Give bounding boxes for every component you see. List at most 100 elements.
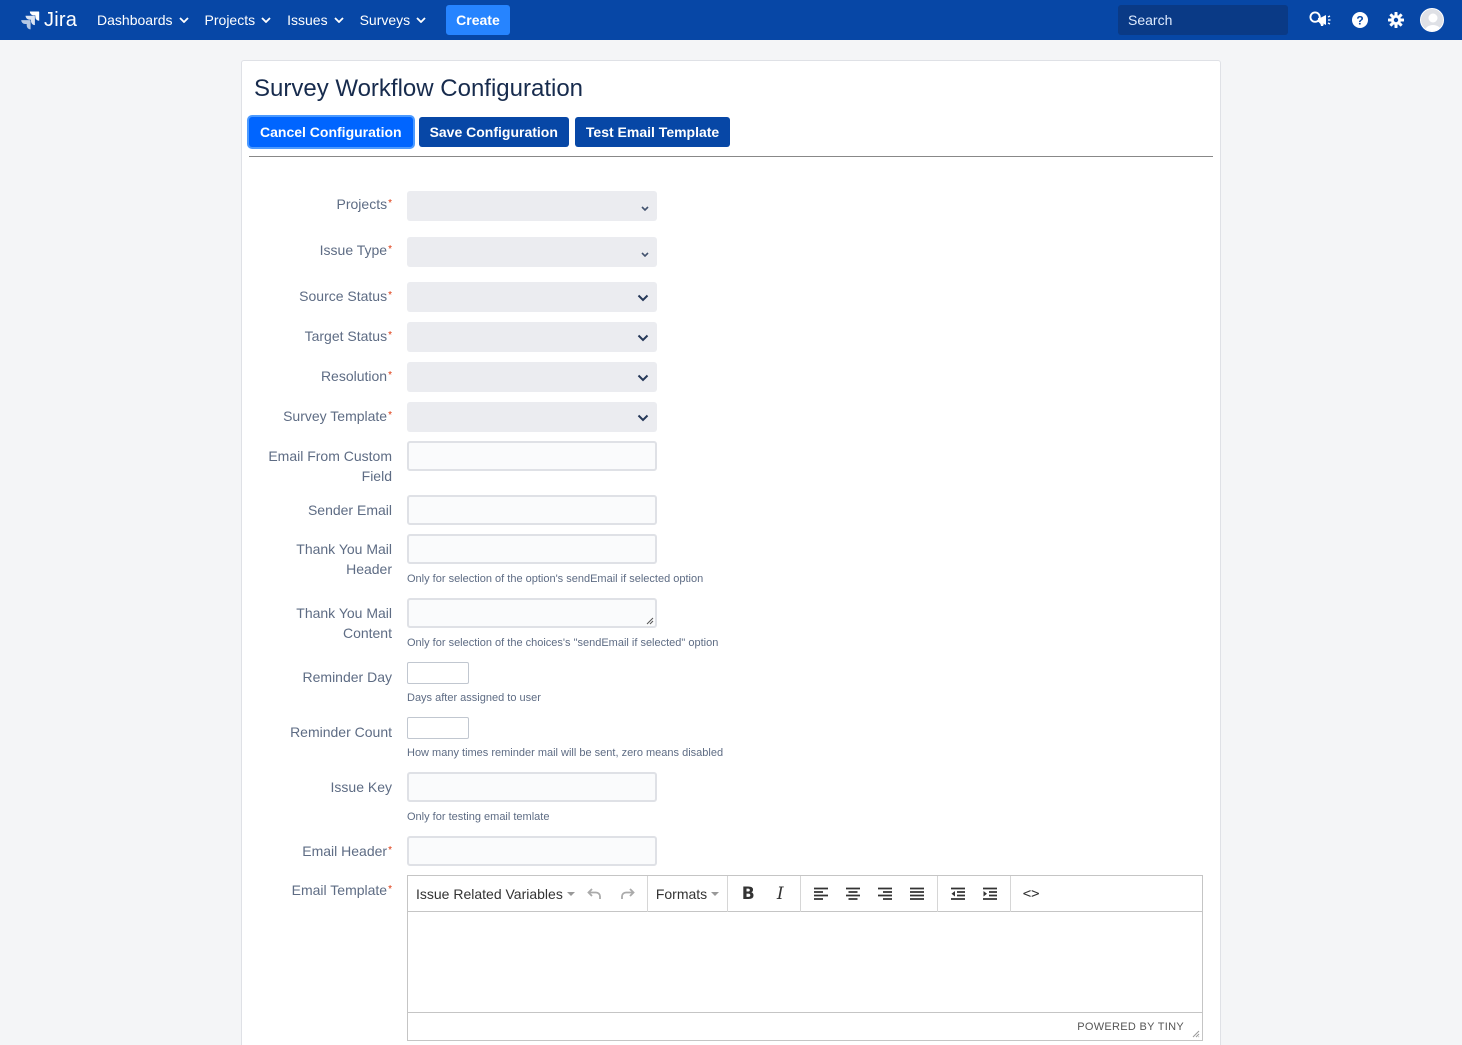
reminder-count-input[interactable]	[407, 717, 469, 739]
reminder-day-hint: Days after assigned to user	[407, 692, 541, 704]
toolbar-group-indent	[938, 875, 1012, 912]
issue-related-variables-dropdown[interactable]: Issue Related Variables	[412, 886, 579, 902]
email-template-label-text: Email Template	[291, 882, 388, 898]
source-code-button[interactable]: <>	[1015, 878, 1047, 910]
jira-logo-text: Jira	[44, 8, 78, 31]
create-button[interactable]: Create	[446, 5, 510, 35]
search-input[interactable]	[1128, 12, 1309, 28]
source-status-select[interactable]	[407, 282, 657, 312]
chevron-down-icon	[333, 17, 344, 23]
chevron-down-icon	[641, 198, 649, 214]
nav-projects[interactable]: Projects	[205, 12, 272, 28]
issue-type-label-text: Issue Type	[319, 242, 388, 258]
survey-template-select[interactable]	[407, 402, 657, 432]
source-status-label: Source Status*	[242, 286, 392, 306]
survey-template-label: Survey Template*	[242, 406, 392, 426]
thank-you-mail-content-label: Thank You Mail Content	[242, 603, 392, 643]
projects-label-text: Projects	[336, 196, 388, 212]
editor-toolbar: Issue Related Variables Formats B I <>	[408, 875, 1202, 912]
chevron-down-icon	[261, 17, 271, 23]
page-title: Survey Workflow Configuration	[254, 75, 584, 102]
thank-you-mail-header-input[interactable]	[407, 534, 657, 564]
issue-key-label: Issue Key	[330, 779, 392, 795]
target-status-select[interactable]	[407, 322, 657, 352]
issue-key-input[interactable]	[407, 772, 657, 802]
save-configuration-button[interactable]: Save Configuration	[418, 117, 569, 147]
align-center-icon[interactable]	[837, 878, 869, 910]
toolbar-group-variables: Issue Related Variables	[408, 875, 648, 912]
align-left-icon[interactable]	[805, 878, 837, 910]
indent-icon[interactable]	[974, 878, 1006, 910]
italic-button[interactable]: I	[764, 878, 796, 910]
editor-content-area[interactable]	[408, 912, 1202, 1012]
action-buttons: Cancel Configuration Save Configuration …	[249, 117, 736, 147]
header-divider	[249, 156, 1213, 157]
required-asterisk: *	[388, 244, 392, 255]
required-asterisk: *	[388, 884, 392, 895]
thank-you-mail-header-label-line1: Thank You Mail	[296, 541, 392, 557]
user-avatar-icon	[1425, 13, 1441, 31]
resolution-label: Resolution*	[242, 366, 392, 386]
thank-you-mail-content-textarea[interactable]	[407, 598, 657, 628]
resolution-label-text: Resolution	[320, 368, 388, 384]
settings-gear-icon[interactable]	[1378, 0, 1414, 40]
survey-template-label-text: Survey Template	[283, 408, 388, 424]
toolbar-group-text-style: B I	[728, 875, 802, 912]
redo-icon[interactable]	[611, 878, 643, 910]
align-right-icon[interactable]	[869, 878, 901, 910]
align-justify-icon[interactable]	[901, 878, 933, 910]
email-header-label-text: Email Header	[302, 843, 388, 859]
nav-surveys[interactable]: Surveys	[360, 12, 427, 28]
announcements-megaphone-icon[interactable]	[1306, 0, 1342, 40]
reminder-count-label: Reminder Count	[290, 724, 392, 740]
help-icon[interactable]: ?	[1342, 0, 1378, 40]
thank-you-mail-header-label: Thank You Mail Header	[242, 539, 392, 579]
email-from-custom-field-input[interactable]	[407, 441, 657, 471]
outdent-icon[interactable]	[942, 878, 974, 910]
nav-projects-label: Projects	[204, 12, 256, 28]
undo-icon[interactable]	[579, 878, 611, 910]
reminder-day-label: Reminder Day	[302, 669, 392, 685]
required-asterisk: *	[388, 198, 392, 209]
reminder-day-input[interactable]	[407, 662, 469, 684]
thank-you-mail-content-label-line2: Content	[342, 625, 392, 641]
toolbar-group-code: <>	[1011, 876, 1051, 912]
email-from-custom-field-label-line1: Email From Custom	[268, 448, 392, 464]
email-header-input[interactable]	[407, 836, 657, 866]
user-avatar[interactable]	[1420, 8, 1444, 32]
toolbar-group-alignment	[801, 875, 939, 912]
jira-logo-icon	[21, 11, 40, 30]
nav-issues[interactable]: Issues	[287, 12, 344, 28]
projects-select[interactable]	[407, 191, 657, 221]
editor-resize-handle-icon[interactable]	[1192, 1030, 1200, 1038]
sender-email-input[interactable]	[407, 495, 657, 525]
formats-dropdown[interactable]: Formats	[652, 886, 723, 902]
bold-button[interactable]: B	[732, 878, 764, 910]
editor-statusbar: POWERED BY TINY	[408, 1012, 1202, 1040]
email-from-custom-field-label: Email From Custom Field	[242, 446, 392, 486]
nav-dashboards[interactable]: Dashboards	[97, 12, 189, 28]
resize-handle-icon[interactable]	[645, 616, 654, 625]
email-template-label: Email Template*	[242, 880, 392, 900]
svg-text:?: ?	[1356, 14, 1363, 28]
required-asterisk: *	[388, 410, 392, 421]
chevron-down-icon	[641, 244, 649, 260]
cancel-configuration-button[interactable]: Cancel Configuration	[249, 117, 413, 147]
chevron-down-icon	[637, 409, 649, 425]
email-from-custom-field-label-line2: Field	[361, 468, 392, 484]
issue-related-variables-label: Issue Related Variables	[416, 885, 563, 902]
issue-type-select[interactable]	[407, 237, 657, 267]
test-email-template-button[interactable]: Test Email Template	[574, 117, 731, 147]
thank-you-mail-content-hint: Only for selection of the choices's "sen…	[407, 637, 719, 649]
required-asterisk: *	[388, 290, 392, 301]
thank-you-mail-content-label-line1: Thank You Mail	[296, 605, 392, 621]
caret-down-icon	[566, 891, 575, 896]
chevron-down-icon	[178, 17, 189, 23]
nav-issues-label: Issues	[287, 12, 328, 28]
jira-logo[interactable]: Jira	[20, 9, 77, 32]
resolution-select[interactable]	[407, 362, 657, 392]
source-status-label-text: Source Status	[299, 288, 388, 304]
powered-by-tiny-link[interactable]: POWERED BY TINY	[1077, 1021, 1184, 1033]
toolbar-group-formats: Formats	[648, 875, 729, 912]
target-status-label: Target Status*	[242, 326, 392, 346]
